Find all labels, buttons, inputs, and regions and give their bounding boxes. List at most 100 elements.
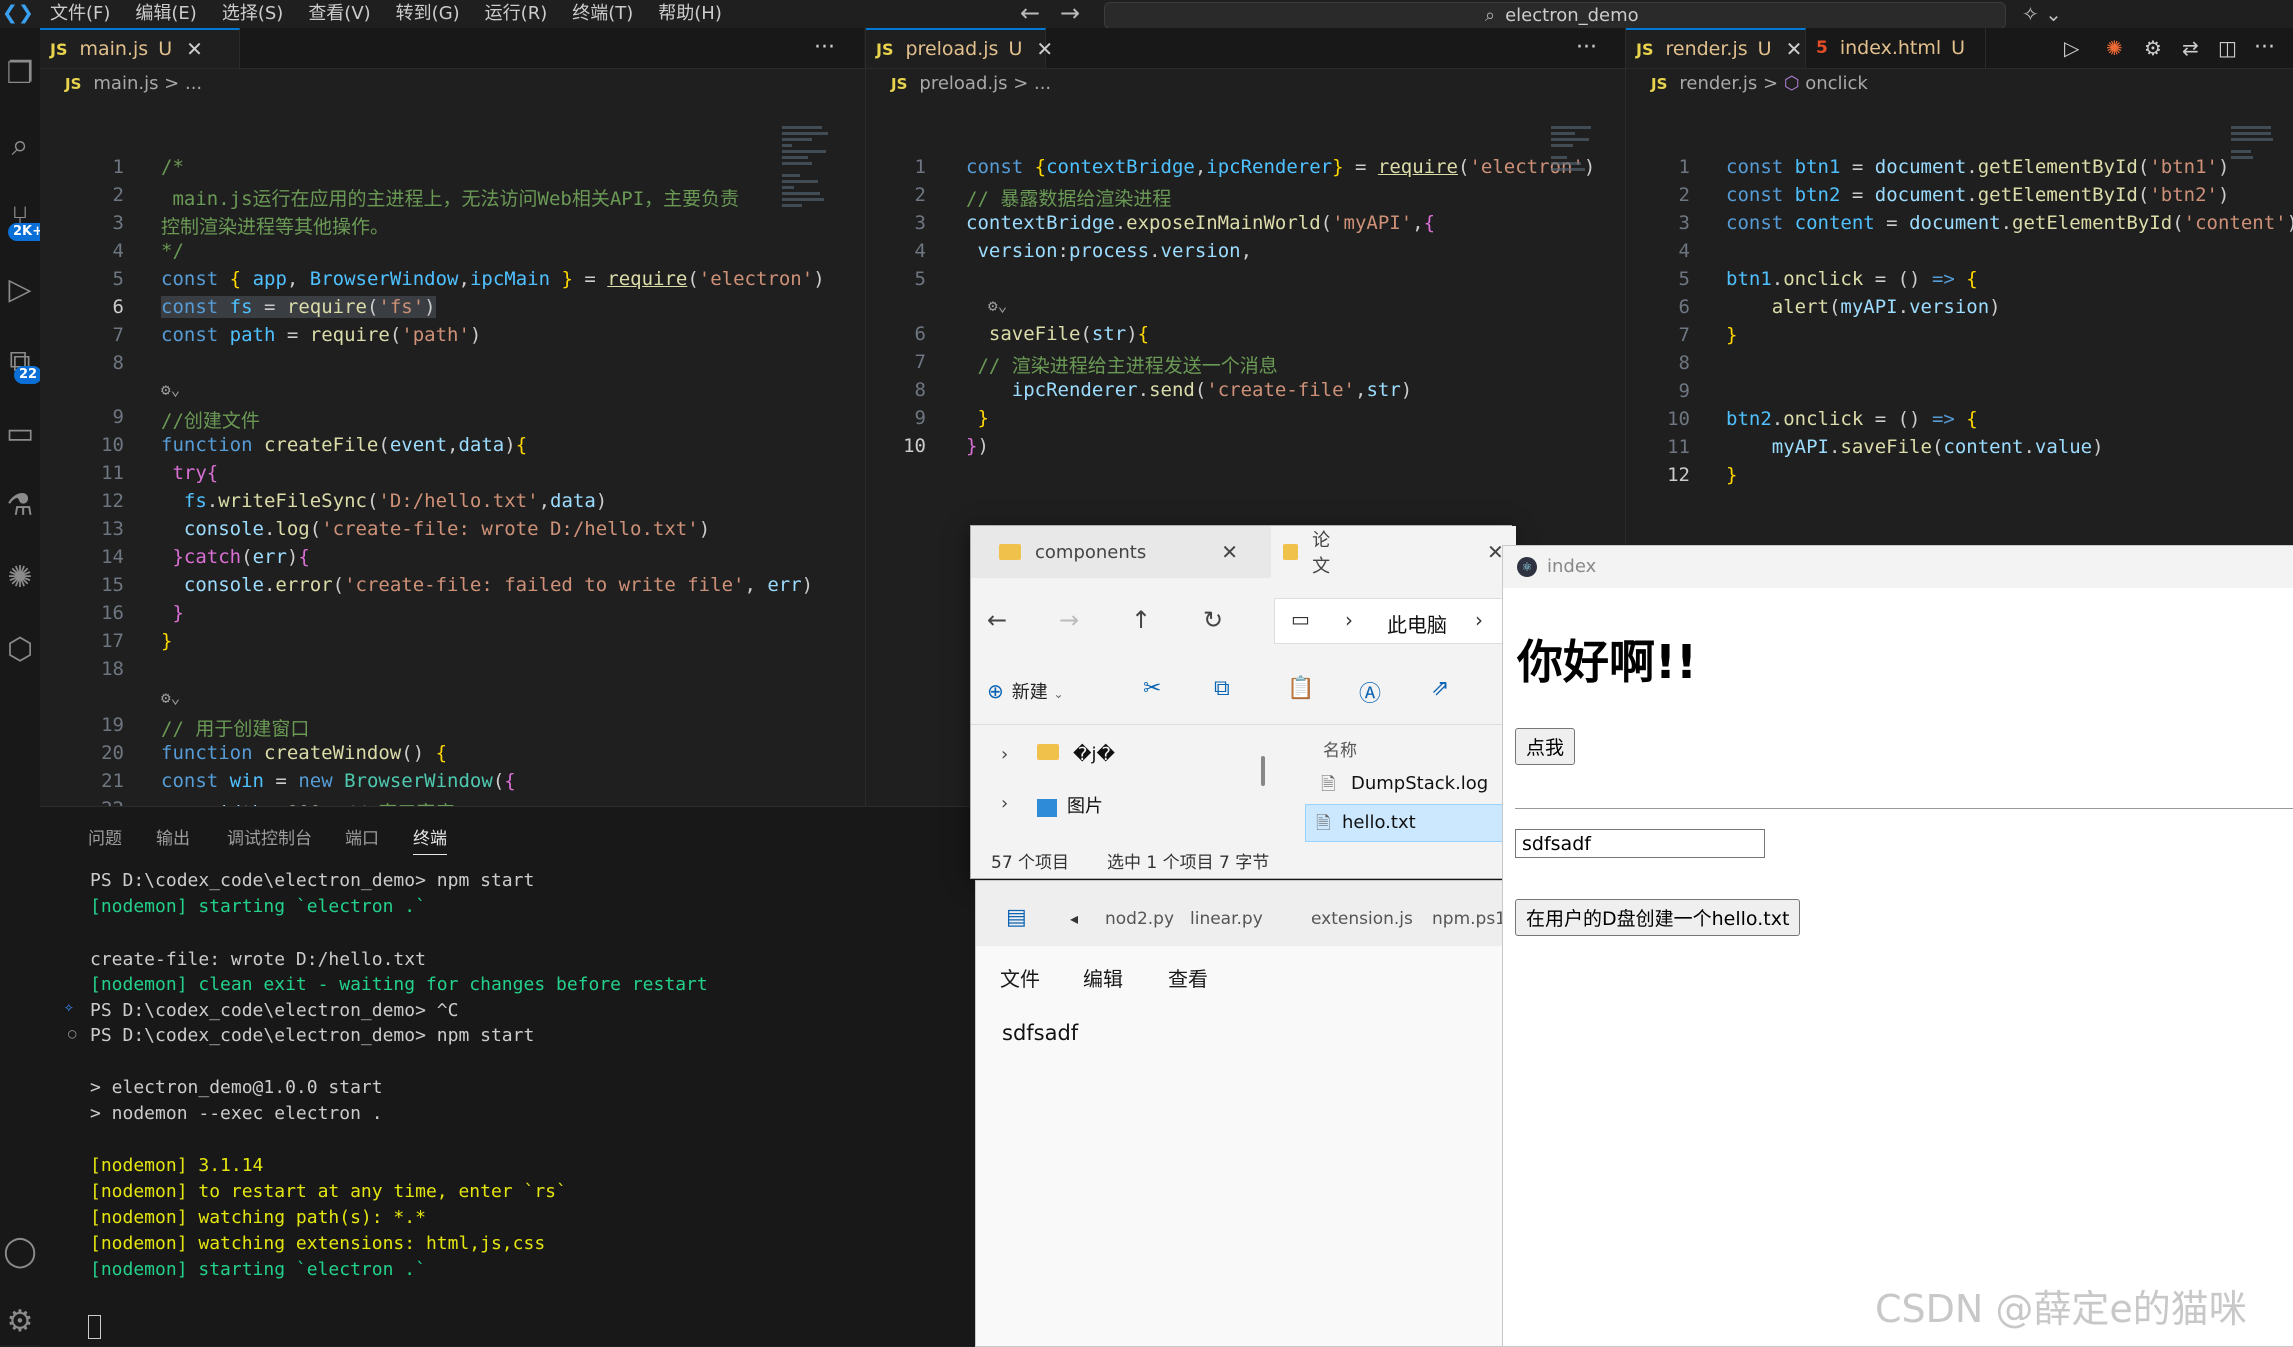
explorer-tab-components[interactable]: components ✕ [999, 526, 1238, 578]
new-button[interactable]: ⊕ 新建 ⌄ [987, 678, 1064, 704]
compare-changes-icon[interactable]: ⇄ [2182, 28, 2199, 68]
tab-index-html[interactable]: 5 index.html U [1806, 28, 1986, 68]
line-number: 3 [1678, 212, 1690, 234]
notepad-text-area[interactable]: sdfsadf [1002, 1021, 1078, 1045]
file-row[interactable]: 🗎 DumpStack.log [1311, 766, 1511, 800]
breadcrumb[interactable]: JS main.js > ... [65, 73, 202, 94]
paste-icon[interactable]: 📋 [1287, 676, 1314, 701]
notepad-tab[interactable]: linear.py [1190, 909, 1263, 929]
code-line: } [1726, 324, 1738, 346]
explorer-files-icon[interactable]: ❐ [0, 50, 40, 98]
refresh-icon[interactable]: ↻ [1203, 606, 1223, 634]
close-icon[interactable]: ✕ [1786, 37, 1803, 61]
account-icon[interactable]: ◯ [0, 1228, 40, 1276]
tab-ports[interactable]: 端口 [345, 824, 379, 849]
menu-terminal[interactable]: 终端(T) [572, 0, 633, 28]
code-line: contextBridge.exposeInMainWorld('myAPI',… [966, 212, 1436, 234]
package-box-icon[interactable]: ⬡ [0, 626, 40, 674]
terminal-line: create-file: wrote D:/hello.txt [90, 949, 426, 970]
line-number: 13 [101, 518, 124, 540]
copilot-icon[interactable]: ✧ ⌄ [2022, 0, 2062, 28]
close-icon[interactable]: ✕ [1221, 540, 1238, 564]
extension-star-icon[interactable]: ✺ [2106, 28, 2123, 68]
openai-icon[interactable]: ⚙ [2144, 28, 2162, 68]
menu-view[interactable]: 查看(V) [308, 0, 370, 28]
codelens-icon[interactable]: ⚙⌄ [161, 688, 180, 707]
line-number: 6 [1678, 296, 1690, 318]
tab-terminal[interactable]: 终端 [413, 824, 447, 855]
notepad-menu-file[interactable]: 文件 [1000, 963, 1040, 992]
electron-app-window: ⚛ index 你好啊!! 点我 在用户的D盘创建一个hello.txt [1502, 545, 2293, 1347]
content-input[interactable] [1515, 829, 1765, 858]
menu-selection[interactable]: 选择(S) [222, 0, 283, 28]
notepad-tab[interactable]: npm.ps1 [1432, 909, 1506, 929]
menu-help[interactable]: 帮助(H) [658, 0, 722, 28]
more-actions-icon[interactable]: ··· [1576, 28, 1597, 68]
extensions-badge: 22 [14, 366, 43, 384]
rename-icon[interactable]: Ⓐ [1359, 676, 1381, 708]
minimap[interactable] [2231, 126, 2279, 162]
click-me-button[interactable]: 点我 [1515, 728, 1576, 765]
copy-icon[interactable]: ⧉ [1214, 676, 1230, 701]
search-icon[interactable]: ⌕ [0, 122, 40, 170]
back-arrow-icon[interactable]: ← [987, 606, 1007, 634]
split-editor-icon[interactable]: ◫ [2218, 28, 2237, 68]
create-file-button[interactable]: 在用户的D盘创建一个hello.txt [1515, 899, 1801, 936]
scrollbar-thumb[interactable] [1261, 756, 1265, 786]
notepad-tab[interactable]: nod2.py [1105, 909, 1174, 929]
up-arrow-icon[interactable]: ↑ [1131, 606, 1151, 634]
tab-render-js[interactable]: JS render.js U ✕ [1626, 28, 1806, 68]
chevron-right-icon[interactable]: › [1001, 793, 1008, 814]
notepad-menu-edit[interactable]: 编辑 [1083, 963, 1123, 992]
tab-debug-console[interactable]: 调试控制台 [227, 824, 312, 849]
pictures-icon [1037, 798, 1057, 817]
line-number: 5 [914, 268, 926, 290]
codelens-icon[interactable]: ⚙⌄ [161, 380, 180, 399]
more-actions-icon[interactable]: ··· [814, 28, 835, 68]
notepad-tab[interactable]: extension.js [1311, 909, 1413, 929]
minimap[interactable] [1551, 126, 1599, 174]
close-icon[interactable]: ✕ [186, 37, 203, 61]
explorer-tab-papers[interactable]: 论文 ✕ [1271, 526, 1516, 578]
column-header-name[interactable]: 名称 [1323, 736, 1357, 761]
testing-flask-icon[interactable]: ⚗ [0, 482, 40, 530]
menu-edit[interactable]: 编辑(E) [135, 0, 196, 28]
tree-item-pictures[interactable]: 图片 [1037, 792, 1103, 818]
tree-item-folder[interactable]: �j� [1037, 744, 1115, 765]
run-file-icon[interactable]: ▷ [2064, 28, 2079, 68]
forward-arrow-icon[interactable]: → [1060, 0, 1080, 26]
js-file-icon: JS [50, 39, 68, 59]
remote-explorer-icon[interactable]: ▭ [0, 410, 40, 458]
more-actions-icon[interactable]: ··· [2254, 28, 2275, 68]
share-icon[interactable]: ⇗ [1431, 676, 1449, 701]
tab-main-js[interactable]: JS main.js U ✕ [40, 28, 240, 68]
cut-icon[interactable]: ✂ [1143, 676, 1161, 701]
menu-go[interactable]: 转到(G) [396, 0, 460, 28]
extension-star-icon[interactable]: ✺ [0, 554, 40, 602]
forward-arrow-icon[interactable]: → [1059, 606, 1079, 634]
tab-problems[interactable]: 问题 [88, 824, 122, 849]
settings-gear-icon[interactable]: ⚙ [0, 1298, 40, 1346]
chevron-right-icon[interactable]: › [1001, 744, 1008, 765]
plus-circle-icon: ⊕ [987, 679, 1004, 703]
tab-preload-js[interactable]: JS preload.js U ✕ [866, 28, 1053, 68]
menu-file[interactable]: 文件(F) [50, 0, 110, 28]
tab-output[interactable]: 输出 [156, 824, 190, 849]
back-arrow-icon[interactable]: ← [1020, 0, 1040, 26]
command-center-search[interactable]: ⌕ electron_demo [1104, 2, 2006, 29]
close-icon[interactable]: ✕ [1036, 37, 1053, 61]
notepad-menu-view[interactable]: 查看 [1168, 963, 1208, 992]
run-debug-icon[interactable]: ▷ [0, 266, 40, 314]
menu-run[interactable]: 运行(R) [485, 0, 548, 28]
codelens-icon[interactable]: ⚙⌄ [988, 296, 1007, 315]
terminal-line: > electron_demo@1.0.0 start [90, 1077, 383, 1098]
breadcrumb[interactable]: JS render.js > ⬡ onclick [1651, 73, 1868, 94]
line-number: 3 [914, 212, 926, 234]
breadcrumb-this-pc[interactable]: 此电脑 [1387, 609, 1447, 638]
address-bar[interactable]: ▭ › 此电脑 › [1274, 598, 1512, 644]
scroll-left-icon[interactable]: ◂ [1070, 909, 1078, 928]
file-row-selected[interactable]: 🗎 hello.txt [1305, 804, 1513, 842]
page-heading: 你好啊!! [1517, 635, 1697, 689]
breadcrumb[interactable]: JS preload.js > ... [891, 73, 1051, 94]
minimap[interactable] [782, 126, 830, 210]
